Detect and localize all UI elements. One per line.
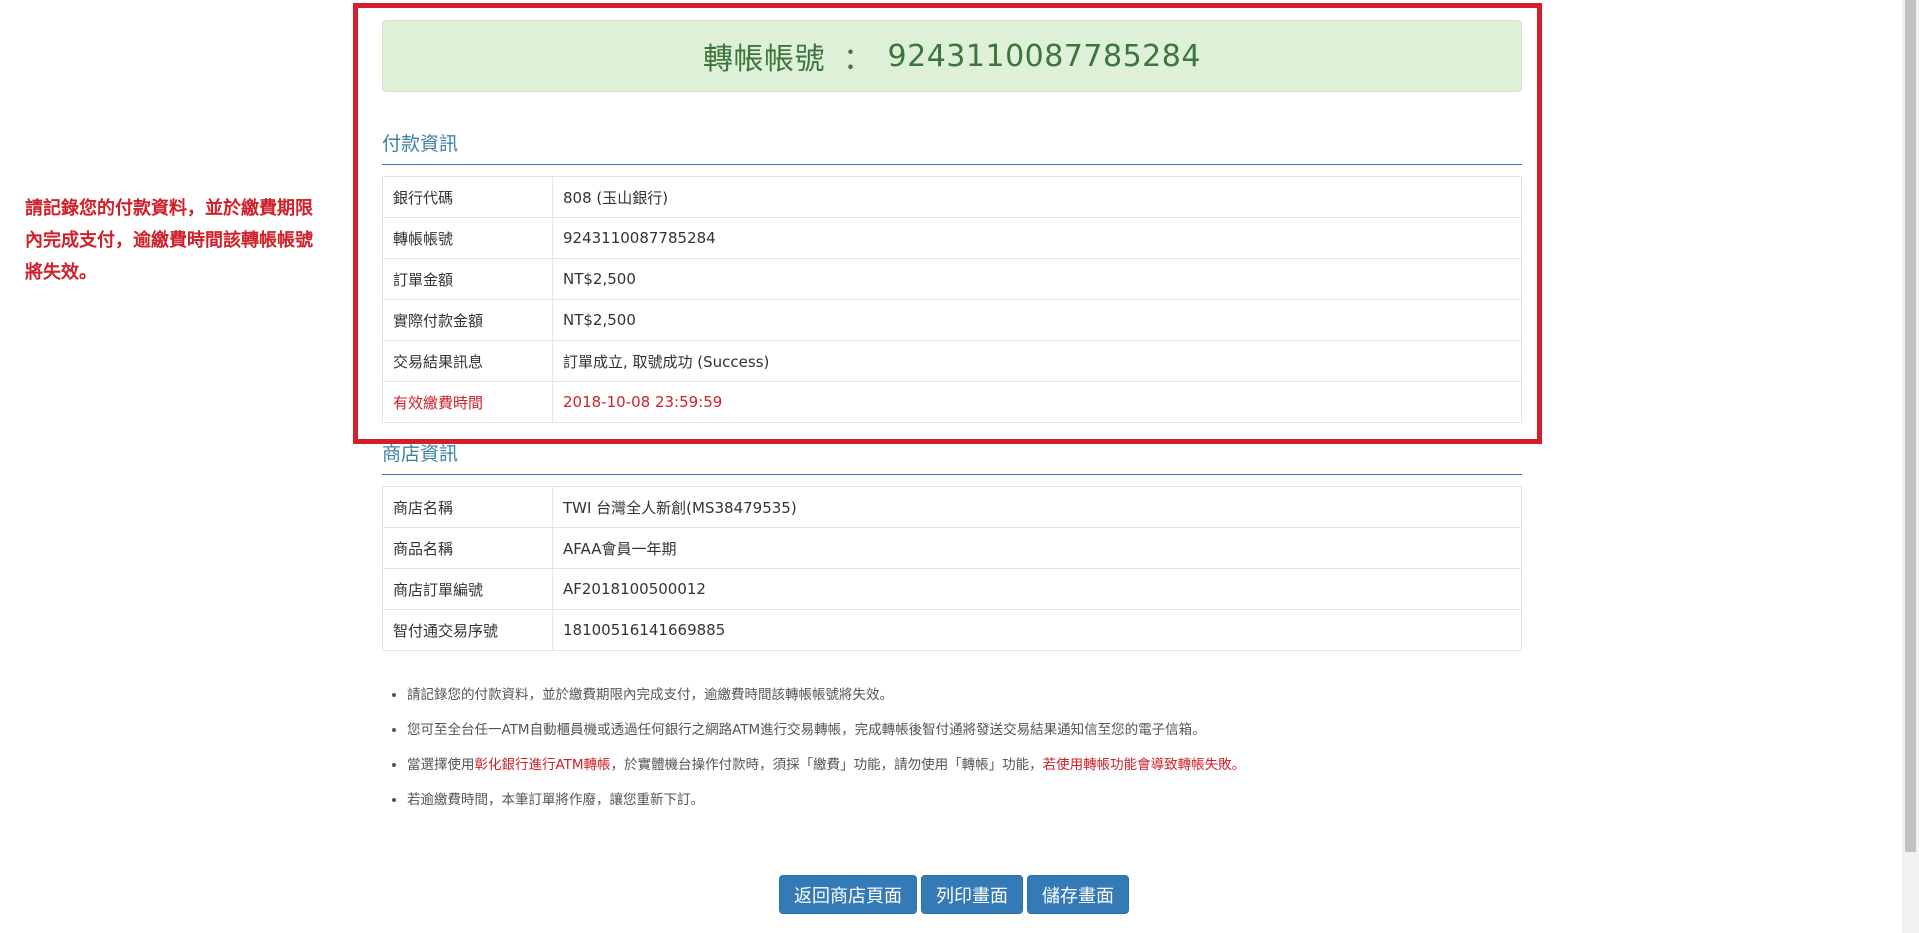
banner-label: 轉帳帳號 [703,42,826,77]
table-row: 銀行代碼 808 (玉山銀行) [382,176,1522,218]
table-row: 商品名稱 AFAA會員一年期 [382,527,1522,569]
table-row: 智付通交易序號 18100516141669885 [382,609,1522,651]
list-item: 您可至全台任一ATM自動櫃員機或透過任何銀行之網路ATM進行交易轉帳，完成轉帳後… [407,720,1522,740]
row-value: 9243110087785284 [552,217,1522,259]
row-label: 實際付款金額 [382,299,553,341]
scrollbar[interactable] [1902,0,1919,933]
row-value: 18100516141669885 [552,609,1522,651]
payment-section-title: 付款資訊 [382,129,1522,165]
scrollbar-thumb[interactable] [1905,0,1916,852]
back-to-shop-button[interactable]: 返回商店頁面 [779,875,917,914]
row-label: 商店名稱 [382,486,553,528]
row-value: 2018-10-08 23:59:59 [552,381,1522,423]
main-content: 轉帳帳號 ： 9243110087785284 付款資訊 銀行代碼 808 (玉… [382,20,1522,825]
save-screen-button[interactable]: 儲存畫面 [1027,875,1129,914]
row-value: NT$2,500 [552,299,1522,341]
table-row: 訂單金額 NT$2,500 [382,258,1522,300]
row-label: 交易結果訊息 [382,340,553,382]
row-label: 轉帳帳號 [382,217,553,259]
row-label: 銀行代碼 [382,176,553,218]
list-item: 請記錄您的付款資料，並於繳費期限內完成支付，逾繳費時間該轉帳帳號將失效。 [407,685,1522,705]
list-item: 若逾繳費時間，本筆訂單將作廢，讓您重新下訂。 [407,790,1522,810]
table-row: 實際付款金額 NT$2,500 [382,299,1522,341]
row-label: 商品名稱 [382,527,553,569]
table-row: 商店訂單編號 AF2018100500012 [382,568,1522,610]
note-text: 當選擇使用 [407,757,475,773]
banner-separator: ： [843,42,874,77]
notes-list: 請記錄您的付款資料，並於繳費期限內完成支付，逾繳費時間該轉帳帳號將失效。 您可至… [382,685,1522,810]
button-row: 返回商店頁面 列印畫面 儲存畫面 [779,875,1129,914]
row-value: 808 (玉山銀行) [552,176,1522,218]
payment-page: 請記錄您的付款資料，並於繳費期限內完成支付，逾繳費時間該轉帳帳號將失效。 轉帳帳… [0,0,1919,933]
row-value: NT$2,500 [552,258,1522,300]
account-banner: 轉帳帳號 ： 9243110087785284 [382,20,1522,92]
table-row: 轉帳帳號 9243110087785284 [382,217,1522,259]
table-row: 商店名稱 TWI 台灣全人新創(MS38479535) [382,486,1522,528]
banner-account-number: 9243110087785284 [887,38,1201,74]
row-label: 商店訂單編號 [382,568,553,610]
list-item: 當選擇使用彰化銀行進行ATM轉帳，於實體機台操作付款時，須採「繳費」功能，請勿使… [407,755,1522,775]
row-label: 有效繳費時間 [382,381,553,423]
row-value: TWI 台灣全人新創(MS38479535) [552,486,1522,528]
shop-section-title: 商店資訊 [382,439,1522,475]
note-warning-text: 若使用轉帳功能會導致轉帳失敗 [1042,757,1232,773]
payment-info-table: 銀行代碼 808 (玉山銀行) 轉帳帳號 9243110087785284 訂單… [382,176,1522,423]
row-value: AF2018100500012 [552,568,1522,610]
row-value: AFAA會員一年期 [552,527,1522,569]
shop-info-table: 商店名稱 TWI 台灣全人新創(MS38479535) 商品名稱 AFAA會員一… [382,486,1522,651]
row-label: 智付通交易序號 [382,609,553,651]
note-text: ，於實體機台操作付款時，須採「繳費」功能，請勿使用「轉帳」功能， [610,757,1043,773]
note-warning-text: 彰化銀行進行ATM轉帳 [474,757,611,773]
print-button[interactable]: 列印畫面 [921,875,1023,914]
row-label: 訂單金額 [382,258,553,300]
annotation-note: 請記錄您的付款資料，並於繳費期限內完成支付，逾繳費時間該轉帳帳號將失效。 [25,198,313,283]
table-row-expiry: 有效繳費時間 2018-10-08 23:59:59 [382,381,1522,423]
note-text: 。 [1231,757,1246,773]
table-row: 交易結果訊息 訂單成立, 取號成功 (Success) [382,340,1522,382]
row-value: 訂單成立, 取號成功 (Success) [552,340,1522,382]
